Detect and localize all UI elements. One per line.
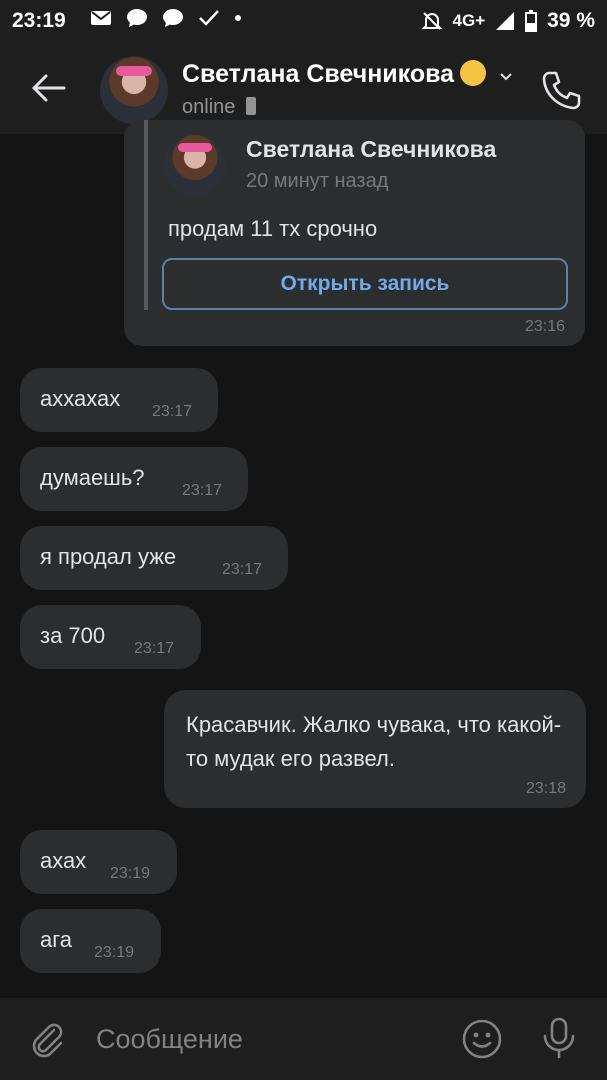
message-bubble[interactable]: думаешь? 23:17 <box>20 447 248 511</box>
status-time: 23:19 <box>12 9 66 32</box>
bell-off-icon <box>421 12 442 30</box>
message-input-bar: Сообщение <box>0 998 607 1080</box>
microphone-icon[interactable] <box>539 1016 579 1060</box>
avatar[interactable] <box>100 56 168 124</box>
dot-icon <box>235 15 241 21</box>
notification-icons <box>90 8 242 28</box>
message-time: 23:16 <box>524 318 565 335</box>
contact-status-text: online <box>182 96 236 118</box>
message-time: 23:17 <box>152 403 193 420</box>
chevron-down-icon[interactable] <box>499 72 513 82</box>
message-text: думаешь? <box>40 465 145 490</box>
message-text: за 700 <box>40 623 106 648</box>
message-time: 23:17 <box>182 482 223 499</box>
contact-status: online <box>182 96 257 119</box>
message-text: ахах <box>40 848 87 873</box>
emoji-smile-icon[interactable] <box>461 1018 503 1060</box>
post-text: продам 11 тх срочно <box>168 216 378 241</box>
message-text: ага <box>40 927 73 952</box>
message-bubble[interactable]: за 700 23:17 <box>20 605 201 669</box>
check-icon <box>199 10 219 26</box>
flower-crown <box>116 66 152 76</box>
message-time: 23:18 <box>525 780 566 797</box>
message-bubble[interactable]: ахах 23:19 <box>20 830 177 894</box>
system-icons: 4G+ 39 % <box>421 9 595 33</box>
flower-crown <box>178 143 212 152</box>
phone-call-icon[interactable] <box>539 68 583 112</box>
sneezing-emoji-icon <box>460 60 487 86</box>
message-time: 23:17 <box>134 640 175 657</box>
message-time: 23:17 <box>222 561 263 578</box>
back-arrow-icon[interactable] <box>28 68 68 108</box>
message-time: 23:19 <box>94 944 135 961</box>
message-bubble[interactable]: аххахах 23:17 <box>20 368 218 432</box>
chat-icon-2 <box>163 9 183 27</box>
network-type: 4G+ <box>452 11 486 30</box>
contact-name-text: Светлана Свечникова <box>182 60 455 88</box>
post-quote-bar <box>144 120 148 310</box>
message-input[interactable]: Сообщение <box>96 1024 243 1055</box>
message-text: Красавчик. Жалко чувака, что какой-то му… <box>186 712 562 771</box>
chat-icon <box>127 9 147 27</box>
signal-icon <box>496 12 515 30</box>
mobile-icon <box>245 97 256 115</box>
message-text: я продал уже <box>40 544 177 569</box>
post-author-avatar[interactable] <box>164 134 226 196</box>
shared-post-message[interactable]: Светлана Свечникова 20 минут назад прода… <box>124 120 585 346</box>
open-post-button[interactable]: Открыть запись <box>162 258 568 310</box>
post-author-name[interactable]: Светлана Свечникова <box>246 136 496 163</box>
battery-icon <box>525 10 538 32</box>
mail-icon <box>91 11 111 25</box>
post-time: 20 минут назад <box>246 170 389 192</box>
battery-level: 39 % <box>547 9 595 32</box>
message-time: 23:19 <box>110 865 151 882</box>
outgoing-message-bubble[interactable]: Красавчик. Жалко чувака, что какой-то му… <box>164 690 586 808</box>
status-bar: 23:19 4G+ 39 % <box>0 0 607 44</box>
attach-paperclip-icon[interactable] <box>28 1020 66 1058</box>
message-bubble[interactable]: ага 23:19 <box>20 909 161 973</box>
message-bubble[interactable]: я продал уже 23:17 <box>20 526 288 590</box>
message-text: аххахах <box>40 386 121 411</box>
contact-name[interactable]: Светлана Свечникова <box>182 60 513 89</box>
